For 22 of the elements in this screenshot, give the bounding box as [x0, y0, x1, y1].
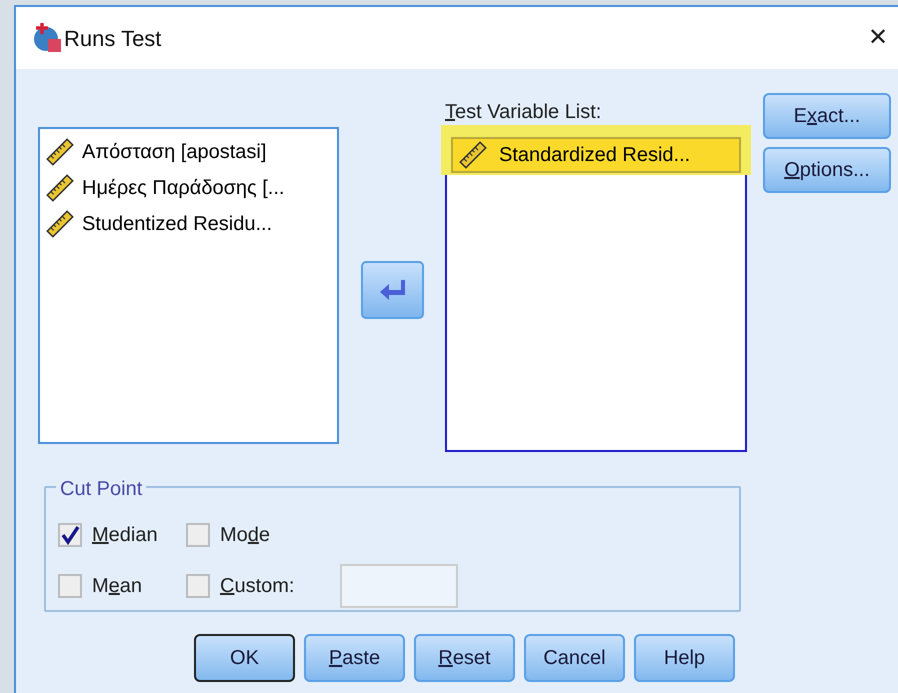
return-arrow-icon [379, 278, 405, 300]
checkbox-option[interactable]: Custom: [186, 571, 340, 601]
checkbox-option[interactable]: Mode [186, 520, 340, 550]
dialog-button[interactable]: Exact... [763, 93, 891, 139]
dialog-button[interactable]: OK [194, 634, 295, 682]
dialog-button[interactable]: Options... [763, 147, 891, 193]
app-icon [32, 23, 62, 53]
variable-list-item[interactable]: Studentized Residu... [46, 207, 331, 241]
list-label: Test Variable List: [445, 100, 602, 125]
close-button[interactable]: ✕ [860, 20, 896, 56]
checkbox-option[interactable]: Mean [58, 571, 186, 601]
variable-list-item[interactable]: Standardized Resid... [451, 137, 741, 173]
dialog-button[interactable]: Reset [414, 634, 515, 682]
dialog-button[interactable]: Help [634, 634, 735, 682]
check-icon [60, 525, 80, 545]
variable-list-item[interactable]: Απόσταση [apostasi] [46, 135, 331, 169]
dialog-button[interactable]: Cancel [524, 634, 625, 682]
window-title: Runs Test [64, 24, 162, 52]
checkbox-option[interactable]: Median [58, 520, 186, 550]
dialog-button[interactable]: Paste [304, 634, 405, 682]
variable-list-item[interactable]: Ημέρες Παράδοσης [... [46, 171, 331, 205]
move-button[interactable] [360, 260, 424, 318]
